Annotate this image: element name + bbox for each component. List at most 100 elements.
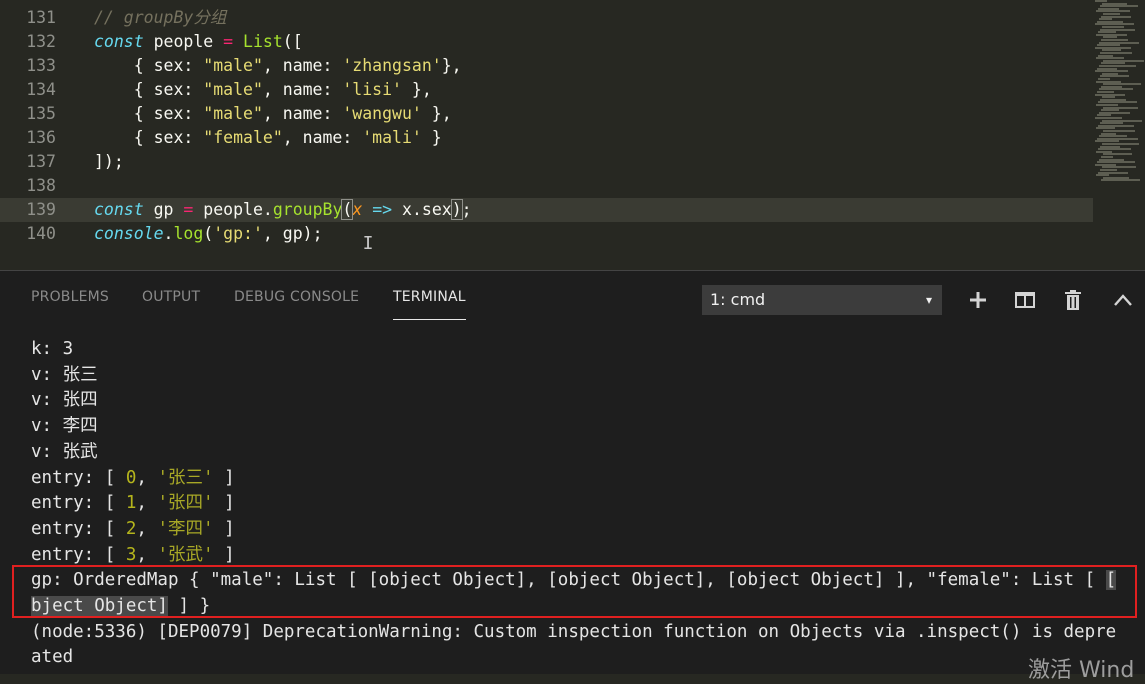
terminal-text: ]: [213, 518, 235, 539]
code-token: 'lisi': [342, 80, 402, 99]
code-token: }: [421, 128, 442, 147]
code-token: },: [441, 56, 462, 75]
terminal-text: ,: [136, 493, 158, 514]
code-line[interactable]: 131 // groupBy分组: [0, 6, 1093, 30]
code-line[interactable]: 136 { sex: "female", name: 'mali' }: [0, 126, 1093, 150]
code-token: List: [243, 32, 283, 51]
code-token: },: [401, 80, 432, 99]
terminal-line: entry: [ 1, '张四' ]: [31, 491, 235, 517]
code-token: people: [143, 32, 224, 51]
code-token: "male": [203, 80, 263, 99]
code-token: log: [173, 224, 204, 243]
terminal-line: k: 3: [31, 337, 73, 363]
tab-output[interactable]: OUTPUT: [142, 289, 200, 305]
line-number: 134: [26, 80, 56, 99]
code-token: "male": [203, 56, 263, 75]
code-token: { sex:: [94, 80, 204, 99]
code-token: , gp);: [262, 224, 323, 243]
code-token: =: [223, 32, 234, 51]
minimap[interactable]: [1093, 0, 1145, 190]
code-token: ]);: [94, 152, 124, 171]
code-line[interactable]: 133 { sex: "male", name: 'zhangsan'},: [0, 54, 1093, 78]
terminal-line: v: 张三: [31, 363, 98, 389]
code-token: (: [203, 224, 214, 243]
terminal-line: entry: [ 0, '张三' ]: [31, 466, 235, 492]
split-icon[interactable]: [1012, 287, 1038, 313]
terminal-text: '张武': [157, 544, 214, 565]
code-token: , name:: [282, 128, 363, 147]
code-text: // groupBy分组: [94, 8, 226, 27]
terminal-text: ]: [213, 544, 235, 565]
terminal-text: ated: [31, 647, 74, 668]
terminal-text: 3: [125, 544, 137, 565]
tab-debug-console[interactable]: DEBUG CONSOLE: [234, 289, 359, 305]
code-token: console: [94, 224, 164, 243]
code-token: 'wangwu': [342, 104, 422, 123]
code-line[interactable]: 140 console.log('gp:', gp);: [0, 222, 1093, 246]
code-token: .: [163, 224, 174, 243]
terminal-select-value: 1: cmd: [710, 290, 766, 309]
code-line[interactable]: 137]);: [0, 150, 1093, 174]
code-token: ): [450, 199, 463, 220]
code-text: console.log('gp:', gp);: [94, 224, 323, 243]
terminal-text: 0: [125, 467, 137, 488]
code-line[interactable]: 138: [0, 174, 1093, 198]
terminal-line: v: 张武: [31, 440, 98, 466]
terminal-text: ,: [136, 544, 158, 565]
terminal-text: entry: [: [31, 518, 126, 539]
terminal-text: v: 张武: [31, 441, 98, 462]
code-line[interactable]: 139 const gp = people.groupBy(x => x.sex)…: [0, 198, 1093, 222]
code-token: , name:: [262, 56, 343, 75]
line-number: 139: [26, 200, 56, 219]
terminal-line: entry: [ 2, '李四' ]: [31, 517, 235, 543]
code-text: ]);: [94, 152, 124, 171]
code-token: { sex:: [94, 104, 204, 123]
terminal-text: 2: [125, 518, 137, 539]
code-editor[interactable]: 131// groupBy分组 132 const people = List([1…: [0, 0, 1145, 270]
terminal-output[interactable]: k: 3 v: 张三 v: 张四 v: 李四 v: 张武 entry: [ 0, '张三'…: [0, 337, 1145, 674]
code-token: =>: [372, 200, 393, 219]
terminal-text: ,: [136, 518, 158, 539]
terminal-line: v: 张四: [31, 388, 98, 414]
code-token: ;: [461, 200, 472, 219]
code-text: const gp = people.groupBy(x => x.sex);: [94, 199, 472, 220]
terminal-text: ]: [213, 493, 235, 514]
line-number: 136: [26, 128, 56, 147]
line-number: 132: [26, 32, 56, 51]
plus-icon[interactable]: [965, 287, 991, 313]
terminal-text: 1: [125, 493, 137, 514]
code-text: { sex: "male", name: 'lisi' },: [94, 80, 432, 99]
terminal-text: v: 李四: [31, 416, 98, 437]
terminal-text: entry: [: [31, 544, 126, 565]
code-token: , name:: [262, 80, 343, 99]
code-line[interactable]: 134 { sex: "male", name: 'lisi' },: [0, 78, 1093, 102]
terminal-line: (node:5336) [DEP0079] DeprecationWarning…: [31, 620, 1116, 646]
minimap-line: [1101, 179, 1140, 182]
code-token: (: [341, 199, 354, 220]
code-token: ([: [282, 32, 303, 51]
trash-icon[interactable]: [1060, 287, 1086, 313]
code-token: x: [352, 200, 363, 219]
code-token: const: [94, 32, 144, 51]
terminal-text: (node:5336) [DEP0079] DeprecationWarning…: [31, 621, 1117, 642]
code-token: groupBy: [272, 200, 343, 219]
code-text: { sex: "female", name: 'mali' }: [94, 128, 442, 147]
line-number: 137: [26, 152, 56, 171]
code-token: "male": [203, 104, 263, 123]
chevron-up-icon[interactable]: [1110, 287, 1136, 313]
code-line[interactable]: 135 { sex: "male", name: 'wangwu' },: [0, 102, 1093, 126]
code-token: "female": [203, 128, 283, 147]
code-token: { sex:: [94, 128, 204, 147]
code-token: x.sex: [392, 200, 452, 219]
code-text: const people = List([: [94, 32, 303, 51]
code-token: =: [183, 200, 194, 219]
terminal-text: v: 张三: [31, 364, 98, 385]
terminal-text: ,: [136, 467, 158, 488]
tab-problems[interactable]: PROBLEMS: [31, 289, 109, 305]
code-line[interactable]: 132 const people = List([: [0, 30, 1093, 54]
terminal-text: entry: [: [31, 467, 126, 488]
code-text: { sex: "male", name: 'zhangsan'},: [94, 56, 462, 75]
terminal-select[interactable]: 1: cmd ▾: [702, 285, 942, 315]
tab-terminal[interactable]: TERMINAL: [393, 289, 466, 320]
